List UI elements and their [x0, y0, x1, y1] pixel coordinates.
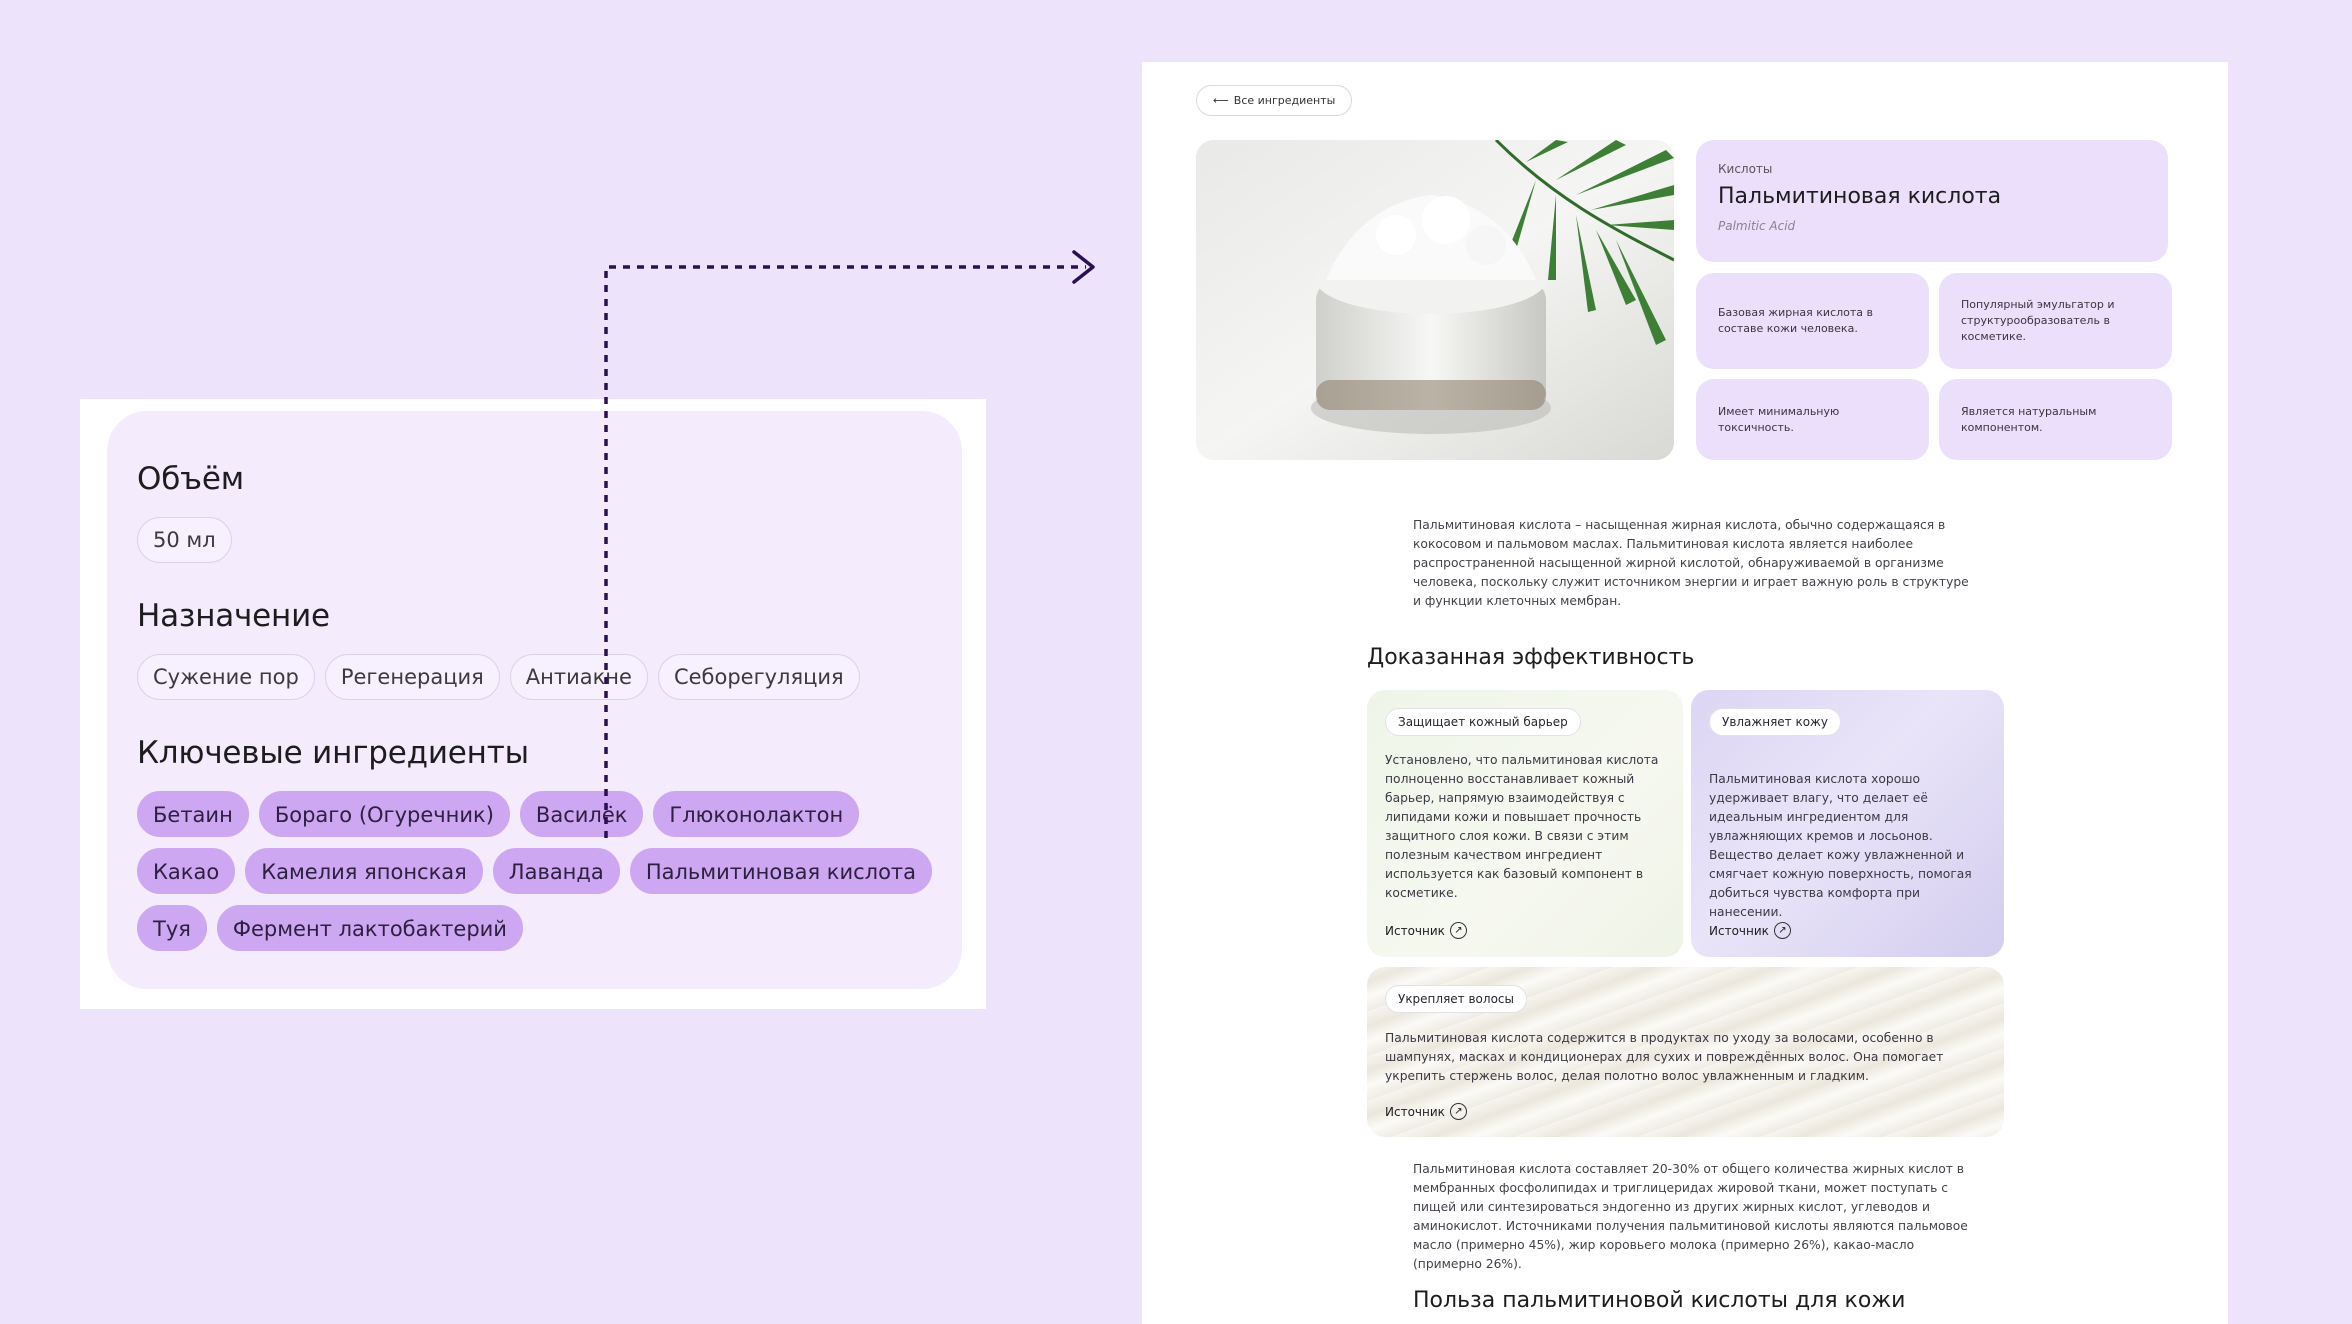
ingredient-page: ⟵ Все ингредиенты Кислоты Пальмитиновая … [1142, 62, 2228, 1324]
ingredient-chip[interactable]: Глюконолактон [653, 791, 860, 837]
efficacy-text: Установлено, что пальмитиновая кислота п… [1385, 753, 1659, 900]
arrow-left-icon: ⟵ [1213, 94, 1229, 107]
volume-title: Объём [137, 461, 244, 497]
source-link[interactable]: Источник ↗ [1385, 922, 1467, 939]
intro-paragraph: Пальмитиновая кислота – насыщенная жирна… [1413, 518, 1969, 608]
ingredient-chip[interactable]: Какао [137, 848, 236, 894]
fact-text: Популярный эмульгатор и структурообразов… [1961, 298, 2115, 343]
ingredient-chip[interactable]: Василёк [519, 791, 644, 837]
ingredient-title: Пальмитиновая кислота [1718, 184, 2002, 209]
purpose-options: Сужение пор Регенерация Антиакне Себорег… [137, 654, 937, 700]
back-button-label: Все ингредиенты [1233, 94, 1336, 107]
purpose-chip[interactable]: Сужение пор [137, 654, 315, 700]
volume-chip[interactable]: 50 мл [137, 517, 232, 563]
efficacy-heading: Доказанная эффективность [1367, 645, 1695, 670]
external-link-icon: ↗ [1449, 1103, 1467, 1120]
efficacy-tag: Увлажняет кожу [1709, 708, 1841, 736]
ingredient-title-card: Кислоты Пальмитиновая кислота Palmitic A… [1696, 140, 2168, 262]
fact-text: Базовая жирная кислота в составе кожи че… [1718, 306, 1874, 335]
fact-card: Имеет минимальную токсичность. [1696, 379, 1929, 460]
ingredient-chip[interactable]: Лаванда [492, 848, 620, 894]
efficacy-tag: Защищает кожный барьер [1385, 708, 1581, 736]
efficacy-card: Защищает кожный барьер Установлено, что … [1367, 690, 1683, 957]
ingredient-chip[interactable]: Туя [137, 905, 207, 951]
ingredient-chip[interactable]: Фермент лактобактерий [216, 905, 523, 951]
ingredients-title: Ключевые ингредиенты [137, 735, 529, 771]
ingredient-chip[interactable]: Бетаин [137, 791, 249, 837]
ingredient-category: Кислоты [1718, 162, 1773, 176]
ingredient-chip-palmitic-acid[interactable]: Пальмитиновая кислота [629, 848, 933, 894]
purpose-chip[interactable]: Регенерация [324, 654, 500, 700]
fact-card: Популярный эмульгатор и структурообразов… [1939, 273, 2172, 369]
efficacy-text: Пальмитиновая кислота содержится в проду… [1385, 1031, 1944, 1083]
ingredient-chip[interactable]: Камелия японская [245, 848, 483, 894]
fact-text: Имеет минимальную токсичность. [1718, 404, 1840, 434]
source-link-label: Источник [1385, 923, 1445, 938]
ingredient-chips: Бетаин Бораго (Огуречник) Василёк Глюкон… [137, 791, 937, 951]
external-link-icon: ↗ [1449, 922, 1467, 939]
volume-options: 50 мл [137, 517, 937, 563]
ingredient-photo [1196, 140, 1674, 460]
purpose-chip[interactable]: Себорегуляция [657, 654, 860, 700]
efficacy-card: Увлажняет кожу Пальмитиновая кислота хор… [1691, 690, 2004, 957]
ingredient-chip[interactable]: Бораго (Огуречник) [258, 791, 510, 837]
purpose-title: Назначение [137, 598, 330, 634]
purpose-chip[interactable]: Антиакне [509, 654, 648, 700]
back-button[interactable]: ⟵ Все ингредиенты [1196, 85, 1353, 116]
benefit-heading: Польза пальмитиновой кислоты для кожи [1413, 1288, 1906, 1313]
efficacy-card: Укрепляет волосы Пальмитиновая кислота с… [1367, 967, 2004, 1137]
ingredient-latin-name: Palmitic Acid [1718, 219, 1796, 233]
external-link-icon: ↗ [1773, 922, 1791, 939]
efficacy-text: Пальмитиновая кислота хорошо удерживает … [1709, 772, 1972, 919]
fact-card: Является натуральным компонентом. [1939, 379, 2172, 460]
source-link[interactable]: Источник ↗ [1385, 1103, 1467, 1120]
source-link-label: Источник [1385, 1104, 1445, 1119]
source-link[interactable]: Источник ↗ [1709, 922, 1791, 939]
fact-text: Является натуральным компонентом. [1961, 404, 2097, 434]
product-options-card: Объём 50 мл Назначение Сужение пор Реген… [107, 411, 962, 989]
sources-paragraph: Пальмитиновая кислота составляет 20-30% … [1413, 1162, 1968, 1271]
efficacy-tag: Укрепляет волосы [1385, 985, 1527, 1013]
source-link-label: Источник [1709, 923, 1769, 938]
fact-card: Базовая жирная кислота в составе кожи че… [1696, 273, 1929, 369]
